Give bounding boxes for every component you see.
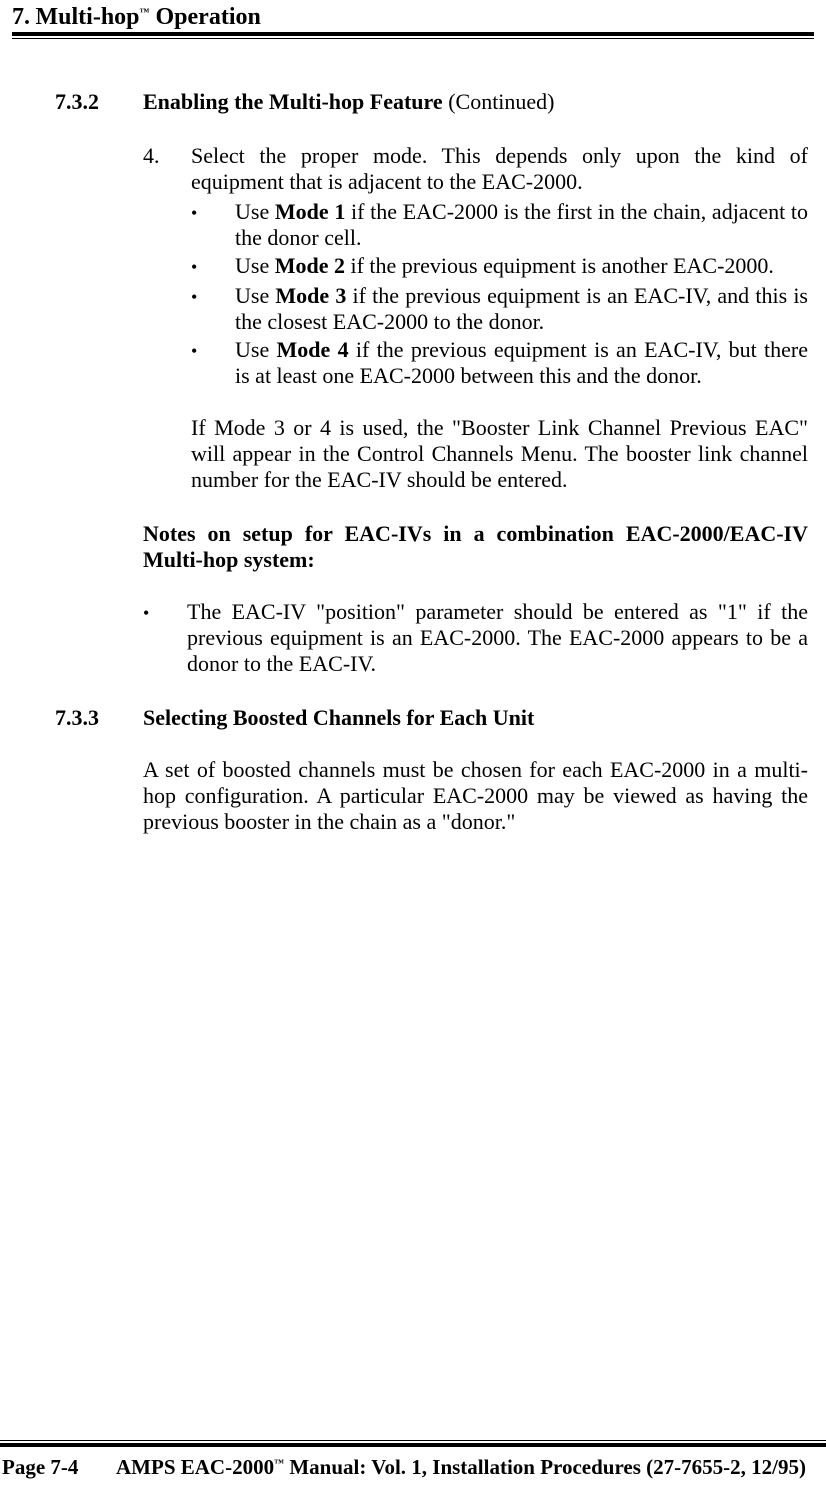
- section-number: 7.3.2: [55, 89, 143, 115]
- notes-heading: Notes on setup for EAC-IVs in a combinat…: [143, 521, 808, 573]
- bullet-text: Use Mode 2 if the previous equipment is …: [235, 253, 808, 281]
- footer-rule-thick: [0, 1443, 826, 1447]
- bullet-icon: •: [191, 283, 235, 335]
- footer-manual-title: AMPS EAC-2000™ Manual: Vol. 1, Installat…: [116, 1455, 824, 1480]
- bullet-icon: •: [143, 599, 187, 677]
- footer-rule-thin: [0, 1440, 826, 1441]
- notes-bullet-item: • The EAC-IV "position" parameter should…: [143, 599, 808, 677]
- trademark-symbol: ™: [274, 1458, 284, 1469]
- section-continued: (Continued): [443, 89, 555, 114]
- bullet-icon: •: [191, 253, 235, 281]
- step-number: 4.: [143, 143, 191, 195]
- page-content: 7.3.2 Enabling the Multi-hop Feature (Co…: [0, 39, 826, 835]
- section-heading-732: 7.3.2 Enabling the Multi-hop Feature (Co…: [55, 89, 808, 115]
- bullet-item: • Use Mode 4 if the previous equipment i…: [191, 337, 808, 389]
- bullet-icon: •: [191, 337, 235, 389]
- bullet-text: The EAC-IV "position" parameter should b…: [187, 599, 808, 677]
- mode-bullet-list: • Use Mode 1 if the EAC-2000 is the firs…: [191, 199, 808, 389]
- trademark-symbol: ™: [140, 7, 150, 18]
- bullet-text: Use Mode 3 if the previous equipment is …: [235, 283, 808, 335]
- section-title-wrap: Enabling the Multi-hop Feature (Continue…: [143, 89, 555, 115]
- bullet-item: • Use Mode 1 if the EAC-2000 is the firs…: [191, 199, 808, 251]
- bullet-icon: •: [191, 199, 235, 251]
- section-733-body: A set of boosted channels must be chosen…: [143, 757, 808, 835]
- footer-text: Page 7-4 AMPS EAC-2000™ Manual: Vol. 1, …: [0, 1455, 826, 1480]
- bullet-item: • Use Mode 2 if the previous equipment i…: [191, 253, 808, 281]
- page-footer: Page 7-4 AMPS EAC-2000™ Manual: Vol. 1, …: [0, 1440, 826, 1480]
- mode-3-4-paragraph: If Mode 3 or 4 is used, the "Booster Lin…: [191, 415, 808, 493]
- step-text: Select the proper mode. This depends onl…: [191, 143, 808, 195]
- section-heading-733: 7.3.3 Selecting Boosted Channels for Eac…: [55, 705, 808, 731]
- bullet-text: Use Mode 4 if the previous equipment is …: [235, 337, 808, 389]
- step-4: 4. Select the proper mode. This depends …: [143, 143, 808, 195]
- section-732-body: 4. Select the proper mode. This depends …: [143, 143, 808, 677]
- section-title: Enabling the Multi-hop Feature: [143, 89, 443, 114]
- chapter-number: 7.: [12, 4, 30, 30]
- bullet-text: Use Mode 1 if the EAC-2000 is the first …: [235, 199, 808, 251]
- section-title: Selecting Boosted Channels for Each Unit: [143, 705, 534, 731]
- section-number: 7.3.3: [55, 705, 143, 731]
- header-rule-thick: [12, 32, 814, 36]
- chapter-title: Multi-hop™ Operation: [36, 4, 261, 30]
- page-header: 7. Multi-hop™ Operation: [0, 0, 826, 31]
- bullet-item: • Use Mode 3 if the previous equipment i…: [191, 283, 808, 335]
- footer-page-number: Page 7-4: [2, 1455, 116, 1480]
